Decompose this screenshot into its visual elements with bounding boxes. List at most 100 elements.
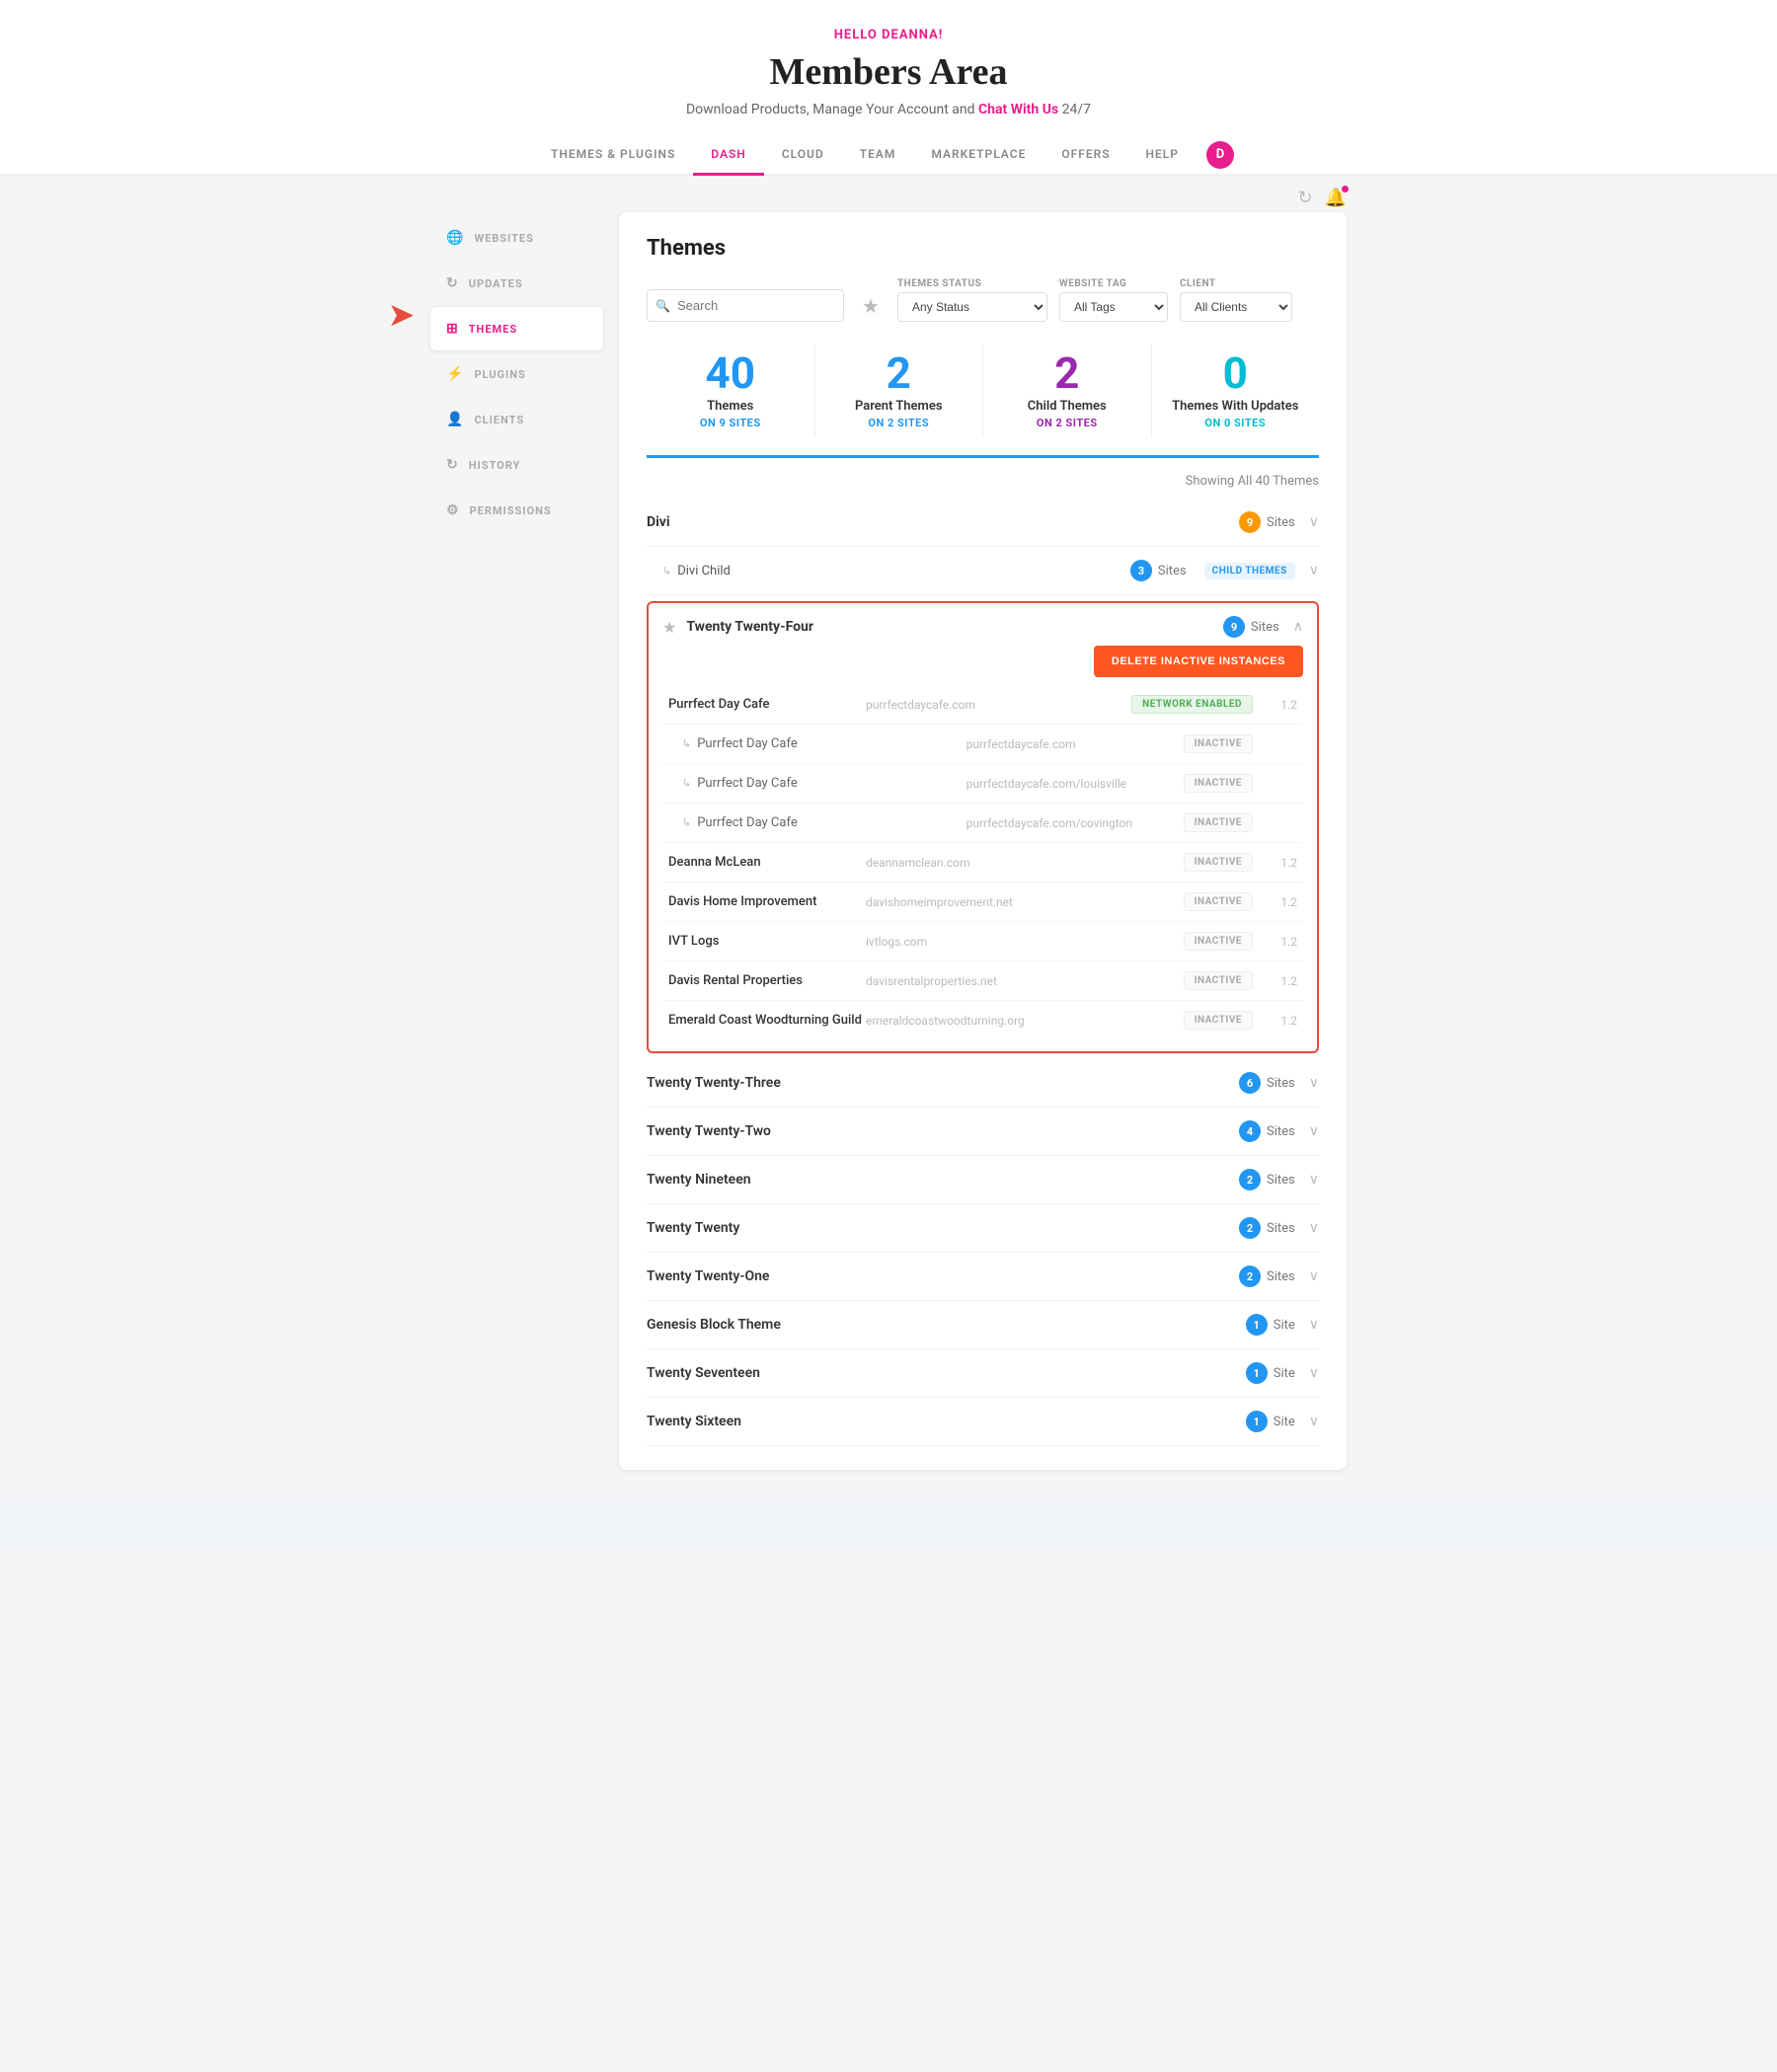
table-row[interactable]: Twenty Seventeen 1 Site ∨ [647,1349,1319,1398]
table-row[interactable]: Twenty Twenty-Three 6 Sites ∨ [647,1059,1319,1108]
child-themes-tag: CHILD THEMES [1204,563,1295,579]
twenty-seventeen-name: Twenty Seventeen [647,1365,1246,1381]
purrfect-url-1: purrfectdaycafe.com [866,698,1131,712]
instance-row: ↳ Purrfect Day Cafe purrfectdaycafe.com/… [662,764,1303,804]
purrfect-name-2: Purrfect Day Cafe [697,736,966,751]
chevron-twenty-twentythree: ∨ [1309,1075,1319,1091]
delete-inactive-button[interactable]: DELETE INACTIVE INSTANCES [1094,646,1303,677]
twenty-nineteen-name: Twenty Nineteen [647,1172,1239,1188]
deanna-name: Deanna McLean [668,855,866,870]
purrfect-child-arrow-2: ↳ [668,777,691,790]
twenty-twentythree-name: Twenty Twenty-Three [647,1075,1239,1091]
search-wrap: 🔍 [647,289,844,322]
stat-updates: 0 Themes With Updates ON 0 SITES [1152,344,1320,437]
sidebar-item-permissions[interactable]: ⚙ PERMISSIONS [430,489,603,532]
main-layout: ➤ 🌐 WEBSITES ↻ UPDATES ⊞ THEMES ⚡ PLUGIN… [430,212,1347,1470]
table-row[interactable]: ★ Twenty Twenty-Four 9 Sites ∧ [662,603,1303,646]
expanded-theme-section: ★ Twenty Twenty-Four 9 Sites ∧ DELETE IN… [647,601,1319,1053]
twenty-twentythree-badge: 6 [1239,1072,1261,1094]
table-row[interactable]: Genesis Block Theme 1 Site ∨ [647,1301,1319,1349]
inactive-badge-deanna: INACTIVE [1184,853,1253,872]
table-row[interactable]: Twenty Twenty-Two 4 Sites ∨ [647,1108,1319,1156]
refresh-icon[interactable]: ↻ [1297,188,1312,208]
chat-link[interactable]: Chat With Us [978,102,1058,117]
twenty-twenty-name: Twenty Twenty [647,1220,1239,1236]
chevron-twenty-sixteen: ∨ [1309,1414,1319,1429]
sidebar-item-updates[interactable]: ↻ UPDATES [430,262,603,305]
search-input[interactable] [647,289,844,322]
davis-home-version: 1.2 [1273,895,1297,909]
notification-icon[interactable]: 🔔 [1325,188,1347,208]
tag-filter-select[interactable]: All Tags [1059,292,1168,322]
sidebar-item-plugins[interactable]: ⚡ PLUGINS [430,352,603,396]
inactive-badge-3: INACTIVE [1184,813,1253,832]
sidebar-item-websites[interactable]: 🌐 WEBSITES [430,216,603,260]
genesis-name: Genesis Block Theme [647,1317,1246,1333]
purrfect-url-4: purrfectdaycafe.com/covington [966,816,1184,830]
twenty-twentyone-name: Twenty Twenty-One [647,1268,1239,1284]
favorites-star-button[interactable]: ★ [856,290,886,322]
davis-rental-version: 1.2 [1273,974,1297,988]
tab-help[interactable]: HELP [1128,135,1197,176]
purrfect-child-arrow-3: ↳ [668,816,691,829]
purrfect-name-4: Purrfect Day Cafe [697,815,966,830]
top-header: HELLO DEANNA! Members Area Download Prod… [0,0,1777,176]
twenty-twentyfour-star[interactable]: ★ [662,618,676,637]
tab-cloud[interactable]: CLOUD [764,135,842,176]
instance-row: ↳ Purrfect Day Cafe purrfectdaycafe.com/… [662,804,1303,843]
divi-badge: 9 [1239,511,1261,533]
twenty-sixteen-name: Twenty Sixteen [647,1414,1246,1429]
tab-marketplace[interactable]: MARKETPLACE [913,135,1043,176]
twenty-twentyfour-name: Twenty Twenty-Four [686,619,1223,635]
twenty-twentyfour-badge: 9 [1223,616,1245,638]
table-row[interactable]: Divi 9 Sites ∨ [647,499,1319,547]
search-icon: 🔍 [656,299,670,313]
twenty-twentyfour-sites-label: Sites [1251,620,1279,635]
table-row[interactable]: ↳ Divi Child 3 Sites CHILD THEMES ∨ [647,547,1319,595]
client-filter-select[interactable]: All Clients [1180,292,1292,322]
updates-icon: ↻ [446,275,459,291]
deanna-url: deannamclean.com [866,856,1184,870]
table-row[interactable]: Twenty Sixteen 1 Site ∨ [647,1398,1319,1446]
stats-row: 40 Themes ON 9 SITES 2 Parent Themes ON … [647,344,1319,458]
twenty-sixteen-badge: 1 [1246,1411,1268,1432]
purrfect-url-3: purrfectdaycafe.com/louisville [966,777,1184,791]
purrfect-url-2: purrfectdaycafe.com [966,737,1184,751]
clients-icon: 👤 [446,412,464,427]
davis-rental-url: davisrentalproperties.net [866,974,1184,988]
chevron-divi-child: ∨ [1309,563,1319,578]
tab-team[interactable]: TEAM [842,135,914,176]
chevron-twenty-twentyfour: ∧ [1293,619,1303,635]
purrfect-name-1: Purrfect Day Cafe [668,697,866,712]
table-row[interactable]: Twenty Nineteen 2 Sites ∨ [647,1156,1319,1204]
tab-offers[interactable]: OFFERS [1043,135,1127,176]
table-row[interactable]: Twenty Twenty 2 Sites ∨ [647,1204,1319,1253]
twenty-twentyone-badge: 2 [1239,1266,1261,1287]
stat-child-number: 2 [983,351,1151,395]
sidebar-item-history[interactable]: ↻ HISTORY [430,443,603,487]
tag-filter-group: WEBSITE TAG All Tags [1059,278,1168,322]
inactive-badge-ivt: INACTIVE [1184,932,1253,951]
ivt-url: ivtlogs.com [866,935,1184,949]
stat-themes: 40 Themes ON 9 SITES [647,344,815,437]
twenty-twenty-sites-label: Sites [1267,1221,1295,1236]
instance-row: ↳ Purrfect Day Cafe purrfectdaycafe.com … [662,725,1303,764]
table-row[interactable]: Twenty Twenty-One 2 Sites ∨ [647,1253,1319,1301]
stat-updates-label: Themes With Updates [1152,399,1320,414]
twenty-twentythree-sites-label: Sites [1267,1076,1295,1091]
inactive-badge-emerald: INACTIVE [1184,1011,1253,1030]
subtitle: Download Products, Manage Your Account a… [0,102,1777,135]
sidebar-item-clients[interactable]: 👤 CLIENTS [430,398,603,441]
user-avatar[interactable]: D [1197,135,1244,174]
chevron-genesis: ∨ [1309,1317,1319,1333]
twenty-twentytwo-name: Twenty Twenty-Two [647,1123,1239,1139]
twenty-sixteen-sites-label: Site [1274,1415,1295,1429]
status-filter-select[interactable]: Any Status Active Inactive Network Enabl… [897,292,1047,322]
divi-child-name: Divi Child [677,564,1130,578]
sidebar-item-themes[interactable]: ⊞ THEMES [430,307,603,350]
tab-dash[interactable]: DASH [693,135,764,176]
deanna-version: 1.2 [1273,856,1297,870]
emerald-name: Emerald Coast Woodturning Guild [668,1013,866,1028]
stat-updates-sublabel: ON 0 SITES [1152,417,1320,429]
tab-themes-plugins[interactable]: THEMES & PLUGINS [533,135,693,176]
